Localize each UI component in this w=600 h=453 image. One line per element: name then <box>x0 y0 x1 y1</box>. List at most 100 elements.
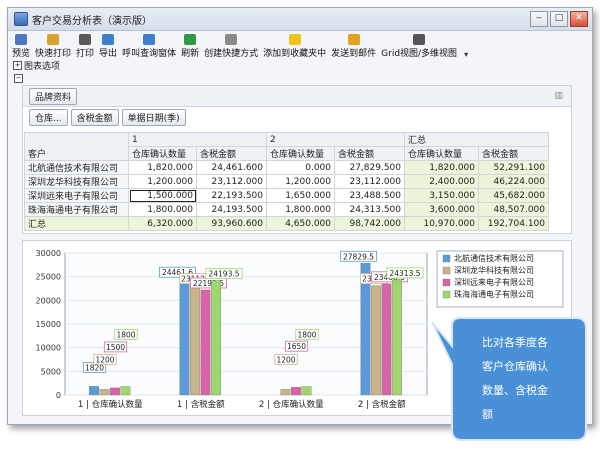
toolbar-button[interactable]: 预览 <box>12 34 30 59</box>
bar <box>301 386 312 396</box>
table-cell[interactable]: 192,704.100 <box>478 216 549 231</box>
row-header[interactable]: 汇总 <box>24 216 129 231</box>
measure-header[interactable]: 仓库确认数量 <box>404 146 479 161</box>
measure-header[interactable]: 仓库确认数量 <box>128 146 197 161</box>
minimize-button[interactable]: ‒ <box>530 11 548 27</box>
bar <box>190 285 200 396</box>
data-label: 24313.5 <box>389 269 420 278</box>
print-icon <box>79 34 92 45</box>
bar <box>381 283 392 396</box>
table-cell[interactable]: 52,291.100 <box>478 160 549 175</box>
table-cell[interactable]: 27,829.500 <box>334 160 405 175</box>
table-cell[interactable]: 6,320.000 <box>128 216 197 231</box>
close-button[interactable]: ✕ <box>570 11 588 27</box>
toolbar-button[interactable]: 刷新 <box>181 34 199 59</box>
pivot-chart-icon[interactable]: ▥ <box>554 91 563 101</box>
period-header[interactable]: 2 <box>266 132 405 147</box>
period-header[interactable]: 1 <box>128 132 267 147</box>
legend-swatch <box>442 290 451 299</box>
pivot-grid: 品牌资料 ▥ 仓库... 含税金额 单据日期(季) 客户 1 2 汇总 仓库确认… <box>22 85 572 234</box>
toolbar-button[interactable]: 导出 <box>99 34 117 59</box>
table-cell[interactable]: 48,507.000 <box>478 202 549 217</box>
row-header[interactable]: 北航通信技术有限公司 <box>24 160 129 175</box>
table-cell[interactable]: 24,461.600 <box>196 160 267 175</box>
table-cell[interactable]: 23,488.500 <box>334 188 405 203</box>
table-cell[interactable]: 0.000 <box>266 160 335 175</box>
field-chip-warehouse[interactable]: 仓库... <box>29 108 68 126</box>
customer-header[interactable]: 客户 <box>24 132 129 161</box>
expand-icon[interactable]: + <box>13 60 22 70</box>
table-cell[interactable]: 98,742.000 <box>334 216 405 231</box>
legend-swatch <box>442 278 451 287</box>
bar <box>120 386 131 396</box>
toolbar-button-label: Grid视图/多维视图 <box>381 49 458 59</box>
data-label: 1820 <box>85 363 104 372</box>
maximize-button[interactable]: □ <box>550 11 568 27</box>
table-cell[interactable]: 45,682.000 <box>478 188 549 203</box>
row-header[interactable]: 珠海海通电子有限公司 <box>24 202 129 217</box>
table-cell[interactable]: 1,200.000 <box>128 174 197 189</box>
table-cell[interactable]: 24,313.500 <box>334 202 405 217</box>
toolbar: 预览 快速打印 打印 导出 呼叫查询窗体 刷新 创建快捷方式 添加到收藏夹中 发送到邮件 Grid… <box>8 31 592 59</box>
data-label: 24193.5 <box>208 269 239 278</box>
field-chip-date[interactable]: 单据日期(季) <box>121 108 186 126</box>
measure-header[interactable]: 含税金额 <box>334 146 405 161</box>
field-chips-area: 仓库... 含税金额 单据日期(季) <box>23 107 571 127</box>
table-cell[interactable]: 1,800.000 <box>266 202 335 217</box>
table-cell[interactable]: 3,600.000 <box>404 202 479 217</box>
table-cell[interactable]: 2,400.000 <box>404 174 479 189</box>
window-title: 客户交易分析表（演示版） <box>32 15 152 27</box>
table-cell[interactable]: 1,200.000 <box>266 174 335 189</box>
toolbar-button-label: 导出 <box>99 49 118 59</box>
table-cell[interactable]: 1,820.000 <box>128 160 197 175</box>
table-cell[interactable]: 3,150.000 <box>404 188 479 203</box>
row-header[interactable]: 深圳龙华科技有限公司 <box>24 174 129 189</box>
table-cell[interactable]: 46,224.000 <box>478 174 549 189</box>
legend-swatch <box>442 266 451 275</box>
table-row: 珠海海通电子有限公司 1,800.000 24,193.500 1,800.000 24… <box>24 202 549 217</box>
legend-label: 深圳远来电子有限公司 <box>454 277 534 287</box>
table-cell[interactable]: 23,112.000 <box>196 174 267 189</box>
filter-chip-brand[interactable]: 品牌资料 <box>29 87 78 105</box>
toolbar-overflow-icon[interactable]: ▾ <box>464 50 468 59</box>
data-label: 1200 <box>95 355 114 364</box>
table-cell[interactable]: 10,970.000 <box>404 216 479 231</box>
toolbar-button[interactable]: 创建快捷方式 <box>204 34 258 59</box>
chart-options-label[interactable]: 图表选项 <box>24 59 60 72</box>
toolbar-button[interactable]: 发送到邮件 <box>331 34 376 59</box>
table-cell[interactable]: 24,193.500 <box>196 202 267 217</box>
measure-header[interactable]: 含税金额 <box>196 146 267 161</box>
annotation-callout: 比对各季度各 客户仓库确认 数量、含税金 额 <box>431 317 587 441</box>
toolbar-button[interactable]: Grid视图/多维视图 <box>381 34 457 59</box>
row-header[interactable]: 深圳远来电子有限公司 <box>24 188 129 203</box>
y-tick-label: 30000 <box>36 249 61 258</box>
chart-options-row[interactable]: + 图表选项 <box>8 59 592 72</box>
field-chip-amount[interactable]: 含税金额 <box>70 108 119 126</box>
table-cell[interactable]: 23,112.000 <box>334 174 405 189</box>
total-row: 汇总 6,320.000 93,960.600 4,650.000 98,742.000… <box>24 216 549 231</box>
mail-icon <box>347 34 360 45</box>
toolbar-button[interactable]: 呼叫查询窗体 <box>122 34 176 59</box>
toolbar-button[interactable]: 添加到收藏夹中 <box>263 34 326 59</box>
y-tick-label: 15000 <box>36 320 61 329</box>
table-cell[interactable]: 1,800.000 <box>128 202 197 217</box>
grand-total-header[interactable]: 汇总 <box>404 132 549 147</box>
x-tick-label: 2 | 含税金额 <box>358 399 406 410</box>
toolbar-button-label: 快速打印 <box>35 49 72 59</box>
toolbar-button[interactable]: 快速打印 <box>35 34 71 59</box>
measure-header[interactable]: 仓库确认数量 <box>266 146 335 161</box>
quick-print-icon <box>47 34 60 45</box>
table-cell[interactable]: 4,650.000 <box>266 216 335 231</box>
toolbar-button-label: 打印 <box>76 49 95 59</box>
preview-icon <box>15 34 27 45</box>
toolbar-button-label: 预览 <box>12 49 31 59</box>
measure-header[interactable]: 含税金额 <box>478 146 549 161</box>
table-cell[interactable]: 1,650.000 <box>266 188 335 203</box>
y-tick-label: 20000 <box>36 296 61 305</box>
table-cell[interactable]: 93,960.600 <box>196 216 267 231</box>
table-cell[interactable]: 1,820.000 <box>404 160 479 175</box>
toolbar-button[interactable]: 打印 <box>76 34 94 59</box>
table-cell[interactable]: 22,193.500 <box>196 188 267 203</box>
table-cell[interactable]: 1,500.000 <box>128 188 197 203</box>
collapse-icon[interactable]: − <box>14 73 23 83</box>
